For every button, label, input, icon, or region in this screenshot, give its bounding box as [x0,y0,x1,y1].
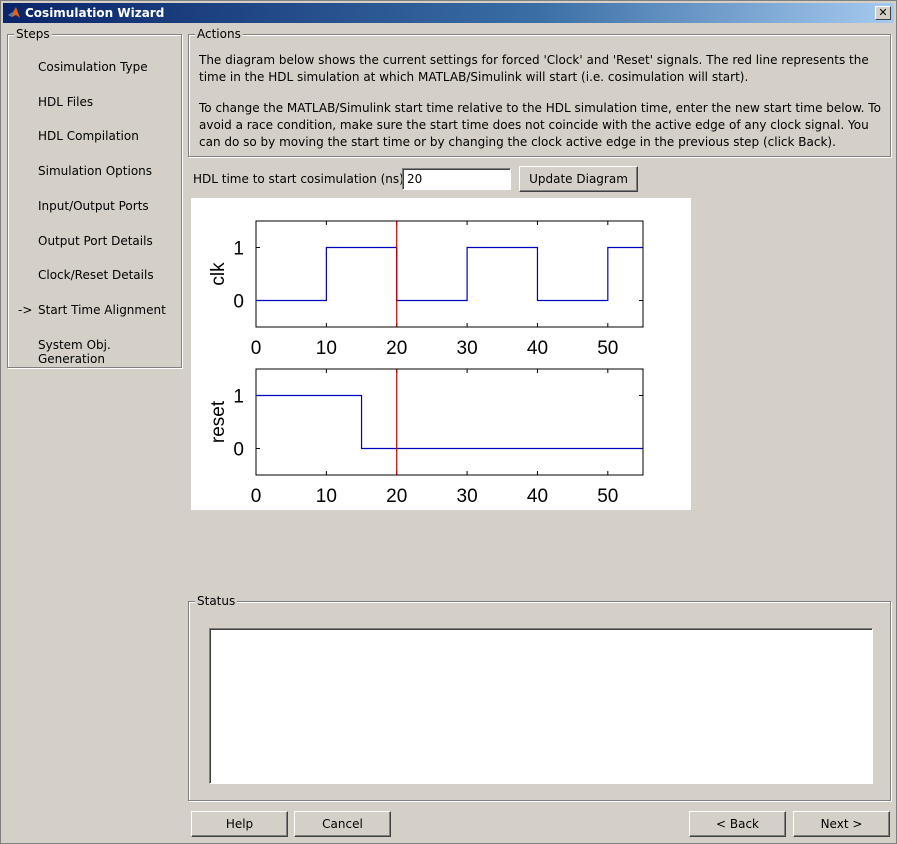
status-text-area[interactable] [209,628,873,784]
step-item: System Obj. Generation [38,337,111,366]
x-tick-label: 50 [597,486,618,507]
y-tick-label: 0 [233,292,244,313]
actions-legend: Actions [195,27,243,41]
x-tick-label: 20 [386,338,407,359]
step-item: Simulation Options [38,164,153,179]
x-tick-label: 0 [251,338,262,359]
step-item: Cosimulation Type [38,60,148,74]
actions-panel: Actions The diagram below shows the curr… [188,27,891,157]
status-panel: Status [188,594,891,801]
x-tick-label: 0 [251,486,262,507]
clk-signal-line [256,246,643,302]
x-tick-label: 30 [457,486,478,507]
update-diagram-button[interactable]: Update Diagram [519,166,638,192]
step-item: Clock/Reset Details [38,268,154,283]
x-tick-label: 40 [527,338,548,359]
step-item: HDL Files [38,94,94,109]
actions-instructions: To change the MATLAB/Simulink start time… [199,101,881,149]
wizard-window: Cosimulation Wizard ✕ Steps -> Cosimulat… [0,0,897,844]
y-tick-label: 0 [233,440,244,461]
window-title: Cosimulation Wizard [25,6,165,20]
start-time-input[interactable]: 20 [402,168,511,190]
x-tick-label: 10 [316,338,337,359]
y-tick-label: 1 [233,239,244,260]
x-tick-label: 20 [386,486,407,507]
reset-axes-box [255,368,644,476]
signal-diagram: 0 10 20 30 40 5001clk0 10 20 30 40 5001reset [191,198,691,510]
matlab-logo-icon [8,7,20,18]
steps-legend: Steps [14,27,52,41]
current-step-marker: -> [18,303,33,317]
status-legend: Status [195,594,238,608]
y-tick-label: 1 [233,387,244,408]
y-axis-label: clk [208,262,229,286]
start-time-label: HDL time to start cosimulation (ns): [193,172,408,186]
y-axis-label: reset [208,400,229,443]
x-tick-label: 40 [527,486,548,507]
clk-axes-box [255,220,644,328]
reset-signal-line [256,394,643,450]
step-item: HDL Compilation [38,129,139,144]
close-button[interactable]: ✕ [875,6,891,20]
next-button[interactable]: Next > [793,811,890,837]
step-item: Start Time Alignment [38,302,166,317]
cancel-button[interactable]: Cancel [294,811,391,837]
steps-panel: Steps -> Cosimulation Type HDL Files HDL C… [7,27,182,368]
title-bar: Cosimulation Wizard ✕ [3,3,894,23]
step-item: Output Port Details [38,233,153,248]
x-tick-label: 10 [316,486,337,507]
help-button[interactable]: Help [191,811,288,837]
x-tick-label: 30 [457,338,478,359]
back-button[interactable]: < Back [689,811,786,837]
step-item: Input/Output Ports [38,198,149,213]
actions-description: The diagram below shows the current sett… [199,53,869,84]
x-tick-label: 50 [597,338,618,359]
